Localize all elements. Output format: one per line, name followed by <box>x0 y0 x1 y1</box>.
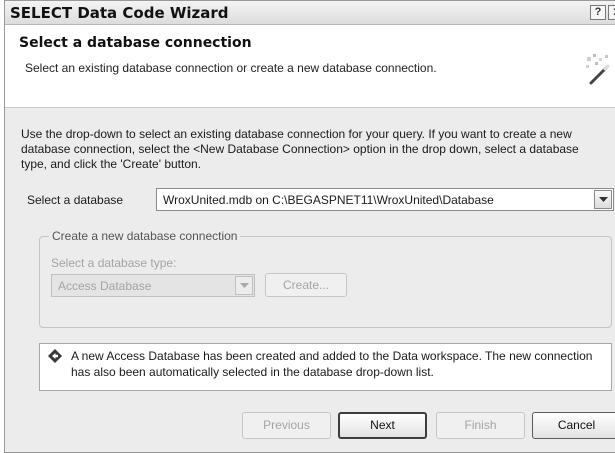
magic-wand-icon <box>586 54 610 85</box>
database-type-value: Access Database <box>58 279 152 293</box>
create-button[interactable]: Create... <box>265 273 347 297</box>
next-button[interactable]: Next <box>338 412 427 439</box>
database-dropdown-value: WroxUnited.mdb on C:\BEGASPNET11\WroxUni… <box>163 193 494 207</box>
help-button[interactable]: ? <box>590 5 606 20</box>
create-connection-group: Create a new database connection Select … <box>39 229 612 328</box>
cancel-button[interactable]: Cancel <box>532 412 615 439</box>
info-diamond-icon <box>48 349 62 363</box>
close-button[interactable]: ✕ <box>608 5 615 20</box>
wizard-window: SELECT Data Code Wizard ? ✕ Select a dat… <box>4 0 615 453</box>
info-message-box: A new Access Database has been created a… <box>39 343 612 391</box>
chevron-down-icon[interactable] <box>594 190 612 209</box>
wizard-header: Select a database connection Select an e… <box>5 25 615 108</box>
database-type-dropdown[interactable]: Access Database <box>51 274 255 297</box>
previous-button[interactable]: Previous <box>242 412 331 439</box>
window-title: SELECT Data Code Wizard <box>10 4 229 22</box>
finish-button[interactable]: Finish <box>436 412 525 439</box>
database-dropdown[interactable]: WroxUnited.mdb on C:\BEGASPNET11\WroxUni… <box>156 188 614 211</box>
select-database-label: Select a database <box>27 193 124 207</box>
title-bar: SELECT Data Code Wizard ? ✕ <box>5 1 615 25</box>
page-title: Select a database connection <box>19 35 252 51</box>
chevron-down-icon[interactable] <box>235 276 253 295</box>
page-subtitle: Select an existing database connection o… <box>25 61 437 75</box>
database-type-label: Select a database type: <box>51 256 177 270</box>
instructions-text: Use the drop-down to select an existing … <box>21 127 579 171</box>
info-message-text: A new Access Database has been created a… <box>71 349 593 379</box>
create-connection-legend: Create a new database connection <box>49 229 241 243</box>
